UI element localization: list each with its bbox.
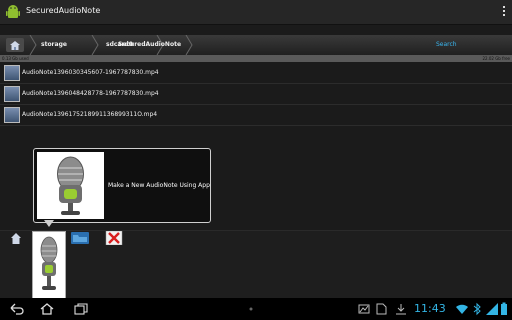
- file-list-item[interactable]: AudioNote1396048428778-1967787830.mp4: [0, 83, 512, 105]
- breadcrumb-separator-icon: [91, 35, 99, 55]
- home-icon[interactable]: [6, 38, 24, 52]
- new-audionote-tooltip: Make a New AudioNote Using App: [33, 148, 211, 223]
- recent-apps-icon[interactable]: [74, 302, 88, 316]
- signal-icon: [486, 303, 498, 315]
- status-clock: 11:43: [414, 302, 446, 315]
- breadcrumb-item-storage[interactable]: storage: [41, 35, 67, 55]
- gallery-notification-icon: [358, 304, 370, 314]
- file-list-item[interactable]: AudioNote1396175218991136899311O.mp4: [0, 104, 512, 126]
- home-icon[interactable]: [6, 231, 26, 245]
- folder-icon[interactable]: [70, 231, 90, 245]
- file-list-item[interactable]: AudioNote1396030345607-1967787830.mp4: [0, 62, 512, 84]
- system-bar: 11:43: [0, 298, 512, 320]
- microphone-icon: [40, 236, 58, 290]
- tooltip-text: Make a New AudioNote Using App: [108, 182, 210, 189]
- tooltip-pointer: [44, 220, 54, 227]
- download-notification-icon: [396, 304, 406, 315]
- breadcrumb-separator-icon: [185, 35, 193, 55]
- file-name: AudioNote1396030345607-1967787830.mp4: [22, 69, 159, 76]
- storage-info-bar: 0.13 Gb used 22.02 Gb free: [0, 55, 512, 62]
- app-title: SecuredAudioNote: [26, 6, 101, 15]
- file-name: AudioNote1396048428778-1967787830.mp4: [22, 90, 159, 97]
- back-icon[interactable]: [10, 302, 24, 316]
- file-notification-icon: [376, 303, 387, 315]
- search-link[interactable]: Search: [436, 35, 457, 55]
- overflow-menu-icon[interactable]: [502, 5, 506, 19]
- action-bar: SecuredAudioNote: [0, 0, 512, 25]
- breadcrumb-separator-icon: [29, 35, 37, 55]
- breadcrumb: storage sdcard0 SecuredAudioNote Search: [0, 35, 512, 55]
- audio-file-icon: [4, 86, 20, 102]
- audio-file-icon: [4, 107, 20, 123]
- battery-icon: [501, 302, 507, 315]
- audio-file-icon: [4, 65, 20, 81]
- storage-used: 0.13 Gb used: [2, 56, 29, 61]
- android-app-icon[interactable]: [5, 4, 21, 20]
- delete-icon[interactable]: [104, 231, 124, 245]
- home-icon[interactable]: [40, 302, 54, 316]
- breadcrumb-item-securedaudionote[interactable]: SecuredAudioNote: [118, 35, 181, 55]
- microphone-icon: [37, 152, 104, 219]
- bluetooth-icon: [473, 302, 481, 316]
- wifi-icon: [456, 304, 468, 314]
- new-audionote-button[interactable]: [32, 231, 66, 299]
- storage-free: 22.02 Gb free: [482, 56, 510, 61]
- menu-dot-icon[interactable]: [249, 307, 253, 311]
- file-name: AudioNote1396175218991136899311O.mp4: [22, 111, 158, 118]
